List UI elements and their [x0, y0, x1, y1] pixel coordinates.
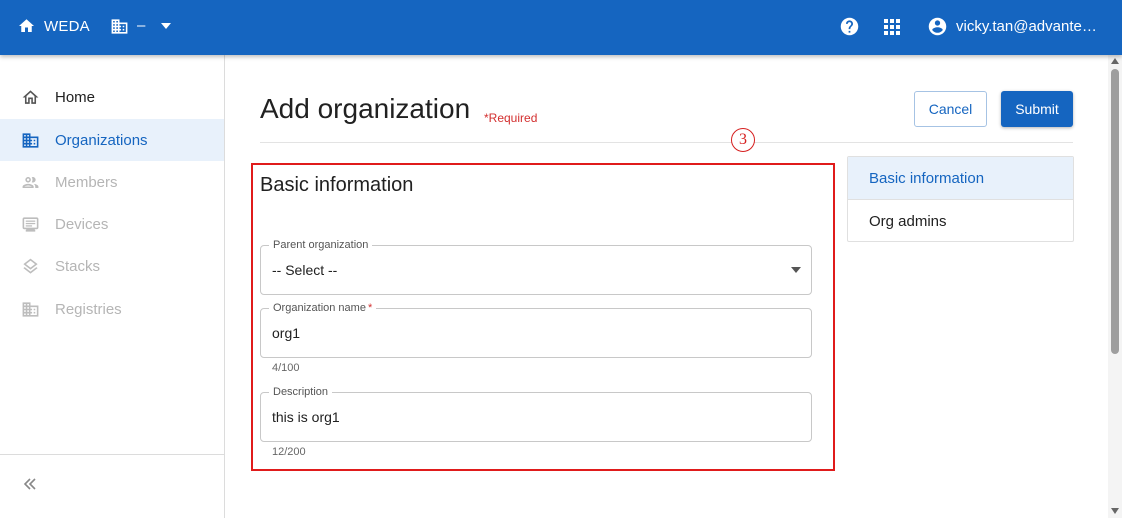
sidebar-item-registries[interactable]: Registries — [0, 288, 224, 330]
anchor-label: Basic information — [869, 170, 985, 187]
step-number-badge: 3 — [731, 128, 755, 152]
sidebar-item-organizations[interactable]: Organizations — [0, 119, 224, 161]
chevron-down-icon[interactable] — [160, 22, 172, 30]
main-content: Add organization *Required Cancel Submit… — [226, 55, 1108, 518]
vertical-scrollbar[interactable] — [1108, 55, 1122, 518]
monitor-icon — [22, 217, 39, 232]
building-icon — [22, 302, 39, 317]
sidebar-item-label: Registries — [55, 301, 122, 318]
sidebar: Home Organizations Members Devices Stack… — [0, 55, 225, 518]
apps-grid-icon[interactable] — [884, 19, 900, 35]
help-circle-icon[interactable] — [839, 16, 860, 37]
input-value: this is org1 — [272, 409, 340, 425]
top-app-bar: WEDA – vicky.tan@advantech.com — [0, 0, 1122, 55]
layers-icon — [23, 258, 38, 274]
sidebar-item-label: Home — [55, 89, 96, 106]
building-icon[interactable] — [110, 17, 129, 36]
caret-down-icon — [791, 267, 801, 273]
page-title: Add organization — [260, 93, 471, 124]
cancel-button[interactable]: Cancel — [914, 91, 987, 127]
user-email[interactable]: vicky.tan@advantech.com — [956, 18, 1101, 35]
parent-organization-select[interactable]: Parent organization -- Select -- — [260, 238, 812, 295]
input-value: org1 — [272, 325, 301, 341]
field-label: Description — [269, 385, 333, 399]
sidebar-item-home[interactable]: Home — [0, 76, 224, 118]
description-field[interactable]: Description this is org1 — [260, 385, 812, 442]
org-selector-value[interactable]: – — [137, 17, 145, 34]
field-label: Parent organization — [269, 238, 373, 252]
title-divider — [260, 142, 1073, 143]
required-star: * — [367, 302, 373, 314]
sidebar-divider — [0, 454, 224, 455]
building-icon — [22, 133, 39, 148]
character-counter: 4/100 — [272, 362, 300, 374]
field-label-text: Organization name — [273, 302, 366, 314]
anchor-org-admins[interactable]: Org admins — [848, 200, 1073, 242]
organization-name-field[interactable]: Organization name * org1 — [260, 301, 812, 358]
required-note: *Required — [484, 111, 538, 125]
submit-button[interactable]: Submit — [1001, 91, 1073, 127]
select-value: -- Select -- — [272, 262, 338, 278]
character-counter: 12/200 — [272, 446, 306, 458]
section-anchor-nav: Basic information Org admins — [847, 156, 1074, 242]
scroll-down-arrow-icon[interactable] — [1111, 508, 1119, 514]
section-title: Basic information — [260, 174, 414, 196]
sidebar-item-members[interactable]: Members — [0, 161, 224, 203]
sidebar-item-stacks[interactable]: Stacks — [0, 245, 224, 287]
sidebar-item-label: Devices — [55, 216, 109, 233]
field-label: Organization name * — [269, 301, 377, 315]
people-icon — [22, 176, 39, 189]
chevron-double-left-icon[interactable] — [22, 476, 38, 492]
home-icon[interactable] — [17, 17, 36, 35]
app-name[interactable]: WEDA — [44, 18, 90, 35]
scrollbar-thumb[interactable] — [1111, 69, 1119, 354]
anchor-label: Org admins — [869, 213, 947, 230]
scroll-up-arrow-icon[interactable] — [1111, 58, 1119, 64]
sidebar-item-label: Stacks — [55, 258, 101, 275]
anchor-basic-information[interactable]: Basic information — [848, 157, 1073, 199]
sidebar-item-label: Members — [55, 174, 118, 191]
sidebar-item-label: Organizations — [55, 132, 148, 149]
home-outline-icon — [22, 90, 39, 104]
account-circle-icon[interactable] — [927, 16, 948, 37]
sidebar-item-devices[interactable]: Devices — [0, 203, 224, 245]
